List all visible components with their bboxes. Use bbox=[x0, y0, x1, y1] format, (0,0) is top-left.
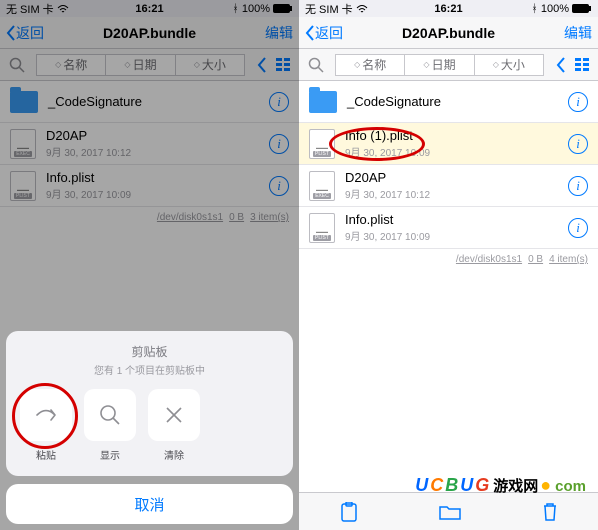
toolbar: ◇名称 ◇日期 ◇大小 bbox=[0, 49, 299, 81]
file-name: Info.plist bbox=[345, 212, 568, 227]
plist-file-icon: ▬▬▬PLIST bbox=[10, 171, 36, 201]
nav-bar: 返回 D20AP.bundle 编辑 bbox=[0, 17, 299, 49]
plist-file-icon: ▬▬▬PLIST bbox=[309, 129, 335, 159]
exec-file-icon: ▬▬▬EXEC bbox=[309, 171, 335, 201]
search-button[interactable] bbox=[303, 54, 329, 76]
file-row[interactable]: ▬▬▬EXEC D20AP9月 30, 2017 10:12i bbox=[299, 165, 598, 207]
nav-left-icon[interactable] bbox=[550, 54, 572, 76]
tab-folder-icon[interactable] bbox=[439, 504, 461, 520]
status-bar: 无 SIM 卡 16:21 ᚼ100% bbox=[0, 0, 299, 17]
sort-size[interactable]: ◇大小 bbox=[175, 54, 245, 76]
toolbar: ◇名称 ◇日期 ◇大小 bbox=[299, 49, 598, 81]
file-name: Info (1).plist bbox=[345, 128, 568, 143]
list-footer: /dev/disk0s1s10 B3 item(s) bbox=[0, 207, 299, 228]
file-row[interactable]: ▬▬▬PLIST Info (1).plist9月 30, 2017 10:09i bbox=[299, 123, 598, 165]
folder-icon bbox=[309, 91, 337, 113]
phone-right: 无 SIM 卡 16:21 ᚼ100% 返回 D20AP.bundle 编辑 ◇… bbox=[299, 0, 598, 530]
tab-trash-icon[interactable] bbox=[542, 502, 558, 522]
sort-size[interactable]: ◇大小 bbox=[474, 54, 544, 76]
file-name: _CodeSignature bbox=[48, 94, 269, 109]
file-date: 9月 30, 2017 10:12 bbox=[46, 144, 269, 159]
action-sheet: 剪贴板 您有 1 个项目在剪贴板中 粘贴 显示 清除 取消 bbox=[6, 331, 293, 524]
exec-file-icon: ▬▬▬EXEC bbox=[10, 129, 36, 159]
back-button[interactable]: 返回 bbox=[305, 23, 343, 43]
edit-button[interactable]: 编辑 bbox=[265, 23, 293, 43]
plist-file-icon: ▬▬▬PLIST bbox=[309, 213, 335, 243]
edit-button[interactable]: 编辑 bbox=[564, 23, 592, 43]
view-grid-icon[interactable] bbox=[572, 54, 594, 76]
file-date: 9月 30, 2017 10:09 bbox=[345, 144, 568, 159]
tab-clipboard-icon[interactable] bbox=[340, 502, 358, 522]
magnify-icon bbox=[99, 404, 121, 426]
file-list: _CodeSignaturei▬▬▬PLISTInfo (1).plist9月 … bbox=[299, 81, 598, 492]
file-name: D20AP bbox=[46, 128, 269, 143]
sheet-subtitle: 您有 1 个项目在剪贴板中 bbox=[16, 362, 283, 377]
tab-bar bbox=[299, 492, 598, 530]
nav-left-icon[interactable] bbox=[251, 54, 273, 76]
info-icon[interactable]: i bbox=[269, 134, 289, 154]
file-row[interactable]: ▬▬▬PLIST Info.plist9月 30, 2017 10:09i bbox=[299, 207, 598, 249]
paste-label: 粘贴 bbox=[36, 447, 56, 462]
file-date: 9月 30, 2017 10:12 bbox=[345, 186, 568, 201]
file-date: 9月 30, 2017 10:09 bbox=[46, 186, 269, 201]
show-action[interactable]: 显示 bbox=[84, 389, 136, 462]
info-icon[interactable]: i bbox=[269, 176, 289, 196]
phone-left: 无 SIM 卡 16:21 ᚼ100% 返回 D20AP.bundle 编辑 ◇… bbox=[0, 0, 299, 530]
sort-name[interactable]: ◇名称 bbox=[335, 54, 405, 76]
info-icon[interactable]: i bbox=[568, 176, 588, 196]
sort-date[interactable]: ◇日期 bbox=[106, 54, 174, 76]
show-label: 显示 bbox=[100, 447, 120, 462]
status-bar: 无 SIM 卡 16:21 ᚼ100% bbox=[299, 0, 598, 17]
file-name: D20AP bbox=[345, 170, 568, 185]
file-row[interactable]: ▬▬▬PLIST Info.plist9月 30, 2017 10:09i bbox=[0, 165, 299, 207]
page-title: D20AP.bundle bbox=[299, 25, 598, 41]
paste-action[interactable]: 粘贴 bbox=[20, 389, 72, 462]
cancel-button[interactable]: 取消 bbox=[6, 484, 293, 524]
file-date: 9月 30, 2017 10:09 bbox=[345, 228, 568, 243]
info-icon[interactable]: i bbox=[568, 218, 588, 238]
share-icon bbox=[34, 404, 58, 426]
info-icon[interactable]: i bbox=[568, 134, 588, 154]
view-grid-icon[interactable] bbox=[273, 54, 295, 76]
sheet-title: 剪贴板 bbox=[16, 343, 283, 360]
search-button[interactable] bbox=[4, 54, 30, 76]
page-title: D20AP.bundle bbox=[0, 25, 299, 41]
folder-icon bbox=[10, 91, 38, 113]
list-footer: /dev/disk0s1s10 B4 item(s) bbox=[299, 249, 598, 270]
file-name: _CodeSignature bbox=[347, 94, 568, 109]
file-name: Info.plist bbox=[46, 170, 269, 185]
clear-action[interactable]: 清除 bbox=[148, 389, 200, 462]
sort-date[interactable]: ◇日期 bbox=[405, 54, 473, 76]
clock: 16:21 bbox=[0, 3, 299, 15]
nav-bar: 返回 D20AP.bundle 编辑 bbox=[299, 17, 598, 49]
file-row[interactable]: ▬▬▬EXEC D20AP9月 30, 2017 10:12i bbox=[0, 123, 299, 165]
clock: 16:21 bbox=[299, 3, 598, 15]
back-button[interactable]: 返回 bbox=[6, 23, 44, 43]
info-icon[interactable]: i bbox=[568, 92, 588, 112]
clear-label: 清除 bbox=[164, 447, 184, 462]
file-row[interactable]: _CodeSignaturei bbox=[299, 81, 598, 123]
x-icon bbox=[164, 405, 184, 425]
info-icon[interactable]: i bbox=[269, 92, 289, 112]
sort-name[interactable]: ◇名称 bbox=[36, 54, 106, 76]
file-row[interactable]: _CodeSignaturei bbox=[0, 81, 299, 123]
